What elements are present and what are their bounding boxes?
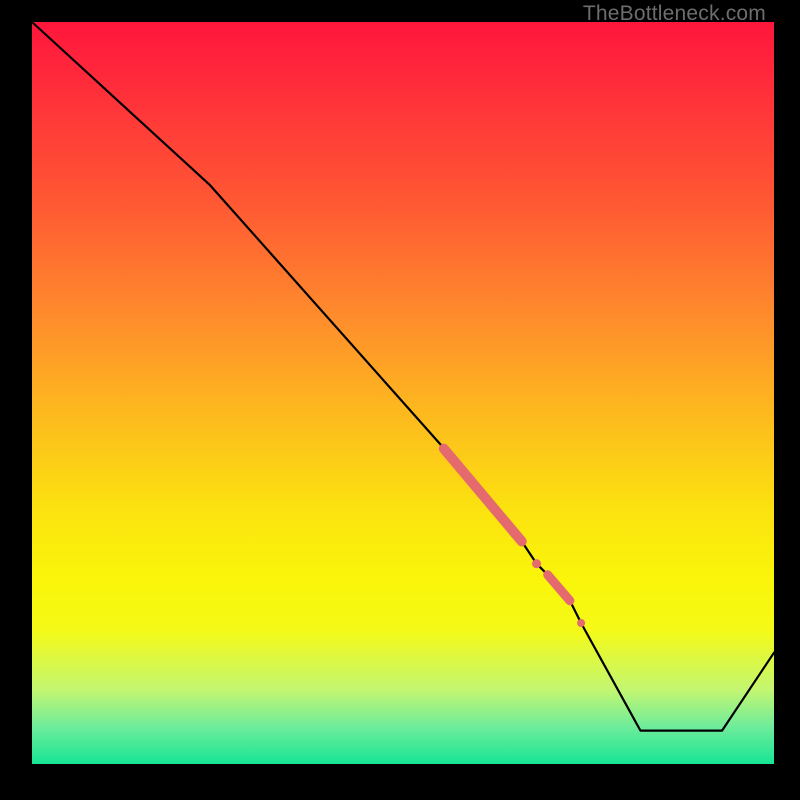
marker-segment (444, 449, 522, 542)
marker-dot (532, 559, 541, 568)
chart-svg (32, 22, 774, 764)
marker-segment (548, 575, 570, 601)
chart-area (32, 22, 774, 764)
bottleneck-curve (32, 22, 774, 731)
watermark-label: TheBottleneck.com (583, 2, 766, 26)
highlight-markers (444, 449, 585, 627)
marker-dot (577, 619, 585, 627)
